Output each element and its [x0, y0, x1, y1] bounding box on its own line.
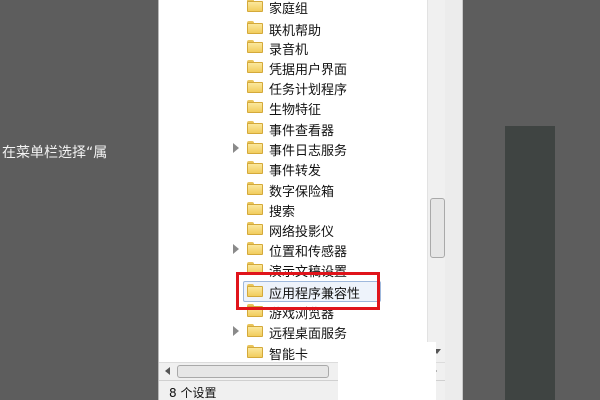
background-panel: [505, 126, 555, 400]
background-instruction-text: 在菜单栏选择“属: [2, 145, 108, 161]
tree-item-family-group[interactable]: 家庭组: [159, 0, 427, 18]
tree-item-location-sensors[interactable]: 位置和传感器: [159, 239, 427, 261]
folder-icon: [247, 121, 263, 134]
tree-item-label: 搜索: [269, 205, 296, 220]
tree-item-event-viewer[interactable]: 事件查看器: [159, 118, 427, 140]
expand-arrow-icon[interactable]: [233, 244, 239, 254]
tree-item-remote-desktop-services[interactable]: 远程桌面服务: [159, 321, 427, 343]
tree-item-network-projector[interactable]: 网络投影仪: [159, 219, 427, 241]
tree-item-sound-recorder[interactable]: 录音机: [159, 37, 427, 59]
status-text: 8 个设置: [169, 386, 217, 400]
folder-icon: [247, 80, 263, 93]
tree-item-event-forwarding[interactable]: 事件转发: [159, 158, 427, 180]
tree-item-label: 位置和传感器: [269, 245, 348, 260]
folder-icon: [247, 100, 263, 113]
tree-item-task-scheduler[interactable]: 任务计划程序: [159, 77, 427, 99]
folder-icon: [247, 222, 263, 235]
expand-arrow-icon[interactable]: [233, 143, 239, 153]
tree-item-label: 智能卡: [269, 348, 309, 363]
tree-item-label: 事件转发: [269, 164, 322, 179]
vertical-scrollbar[interactable]: [427, 0, 446, 362]
folder-icon: [247, 202, 263, 215]
folder-icon: [247, 141, 263, 154]
tree-item-label: 事件日志服务: [269, 144, 348, 159]
tree-item-label: 远程桌面服务: [269, 327, 348, 342]
folder-icon: [247, 21, 263, 34]
tree-item-label: 事件查看器: [269, 124, 335, 139]
tree-item-credential-ui[interactable]: 凭据用户界面: [159, 57, 427, 79]
scroll-left-icon[interactable]: [165, 367, 170, 375]
folder-icon: [247, 60, 263, 73]
tree-item-digital-locker[interactable]: 数字保险箱: [159, 179, 427, 201]
tree-item-label: 家庭组: [269, 2, 309, 17]
folder-icon: [247, 242, 263, 255]
tree-item-label: 网络投影仪: [269, 225, 335, 240]
scrollbar-thumb[interactable]: [177, 365, 329, 378]
tree-item-label: 数字保险箱: [269, 185, 335, 200]
tree-item-label: 生物特征: [269, 103, 322, 118]
policy-window: 家庭组 联机帮助 录音机 凭据用户界面 任务计划程序 生物特征 事件查看器 事件…: [158, 0, 447, 400]
folder-icon: [247, 40, 263, 53]
folder-icon: [247, 182, 263, 195]
scrollbar-thumb[interactable]: [430, 198, 445, 258]
folder-icon: [247, 345, 263, 358]
overlay-block: [338, 342, 436, 400]
highlight-annotation-box: [236, 272, 380, 310]
expand-arrow-icon[interactable]: [233, 326, 239, 336]
tree-item-event-log-service[interactable]: 事件日志服务: [159, 138, 427, 160]
tree-item-search[interactable]: 搜索: [159, 199, 427, 221]
tree-item-biometrics[interactable]: 生物特征: [159, 97, 427, 119]
folder-icon: [247, 161, 263, 174]
tree-item-label: 录音机: [269, 43, 309, 58]
folder-icon: [247, 0, 263, 12]
tree-item-label: 凭据用户界面: [269, 63, 348, 78]
folder-icon: [247, 324, 263, 337]
tree-item-label: 任务计划程序: [269, 83, 348, 98]
adjacent-pane-edge: [445, 0, 463, 400]
